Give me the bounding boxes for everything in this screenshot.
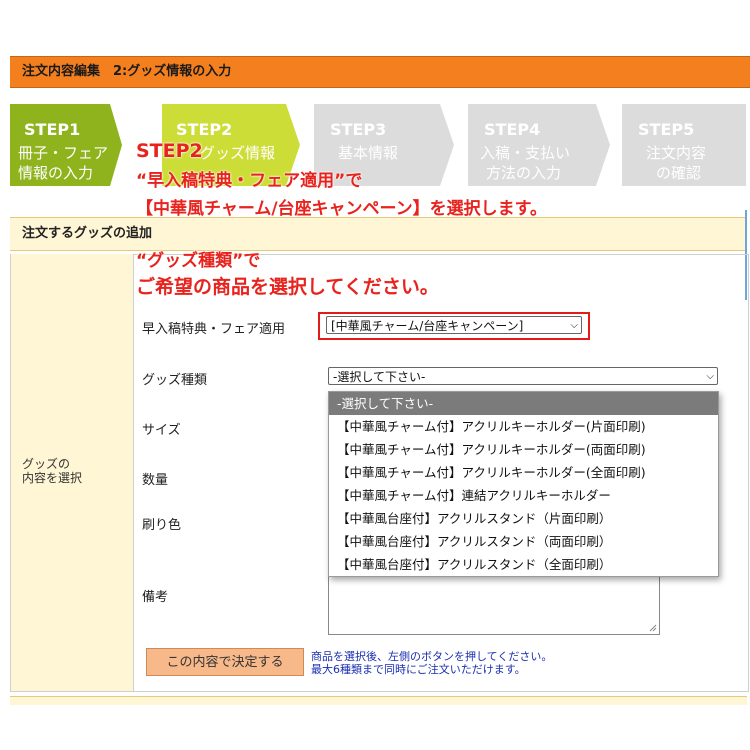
step-5: STEP5 注文内容 の確認 (622, 104, 746, 186)
fair-select[interactable]: [中華風チャーム/台座キャンペーン] ⌵ (326, 316, 582, 334)
fair-label: 早入稿特典・フェア適用 (142, 322, 286, 337)
step-2-title: STEP2 (176, 120, 233, 139)
goods-type-dropdown: -選択して下さい- 【中華風チャーム付】アクリルキーホルダー(片面印刷) 【中華… (328, 391, 719, 577)
page-title: 注文内容編集 2:グッズ情報の入力 (10, 56, 750, 88)
step-4-line1: 入稿・支払い (480, 144, 571, 162)
step-3-title: STEP3 (330, 120, 387, 139)
bottom-section-bar (10, 696, 747, 705)
chevron-down-icon: ⌵ (706, 371, 714, 382)
dropdown-option[interactable]: 【中華風台座付】アクリルスタンド（全面印刷） (329, 553, 718, 576)
resize-handle-icon[interactable] (649, 624, 657, 632)
step-1-line1: 冊子・フェア (18, 144, 109, 162)
step-5-title: STEP5 (638, 120, 695, 139)
dropdown-option[interactable]: 【中華風チャーム付】連結アクリルキーホルダー (329, 484, 718, 507)
remarks-label: 備考 (142, 590, 169, 605)
step-4-title: STEP4 (484, 120, 541, 139)
goods-type-select[interactable]: -選択して下さい- ⌵ (328, 367, 718, 385)
callout-campaign-instruction: 【中華風チャーム/台座キャンペーン】を選択します。 (136, 199, 547, 219)
section-title: 注文するグッズの追加 (10, 217, 747, 251)
step-5-line2: の確認 (656, 164, 702, 182)
form-left-label-line2: 内容を選択 (22, 471, 83, 485)
goods-type-select-value: -選択して下さい- (333, 370, 426, 384)
fair-select-value: [中華風チャーム/台座キャンペーン] (331, 319, 524, 333)
size-label: サイズ (142, 423, 181, 438)
chevron-down-icon: ⌵ (570, 320, 578, 331)
quantity-label: 数量 (142, 473, 169, 488)
callout-goods-type: “グッズ種類”で (136, 251, 261, 271)
dropdown-option[interactable]: 【中華風チャーム付】アクリルキーホルダー(全面印刷) (329, 461, 718, 484)
dropdown-option[interactable]: -選択して下さい- (329, 392, 718, 415)
dropdown-option[interactable]: 【中華風台座付】アクリルスタンド（片面印刷） (329, 507, 718, 530)
instruction-note-line2: 最大6種類まで同時にご注文いただけます。 (311, 663, 526, 676)
goods-type-label: グッズ種類 (142, 373, 208, 388)
step-1-line2: 情報の入力 (18, 164, 94, 182)
remarks-textarea[interactable] (328, 573, 660, 635)
step-5-line1: 注文内容 (646, 144, 707, 162)
form-left-label-line1: グッズの (22, 457, 71, 471)
step-3-line1: 基本情報 (338, 144, 399, 162)
step-1: STEP1 冊子・フェア 情報の入力 (10, 104, 122, 186)
instruction-note-line1: 商品を選択後、左側のボタンを押してください。 (311, 650, 553, 663)
step-4-line2: 方法の入力 (486, 164, 562, 182)
dropdown-option[interactable]: 【中華風チャーム付】アクリルキーホルダー(両面印刷) (329, 438, 718, 461)
callout-select-product: ご希望の商品を選択してください。 (136, 276, 439, 298)
callout-step2: STEP2 (136, 140, 203, 162)
form-left-label: グッズの 内容を選択 (22, 457, 82, 485)
instruction-note: 商品を選択後、左側のボタンを押してください。 最大6種類まで同時にご注文いただけ… (311, 650, 552, 676)
confirm-button[interactable]: この内容で決定する (146, 648, 304, 676)
callout-fair-instruction: “早入稿特典・フェア適用”で (136, 171, 363, 191)
dropdown-option[interactable]: 【中華風チャーム付】アクリルキーホルダー(片面印刷) (329, 415, 718, 438)
step-1-title: STEP1 (24, 120, 81, 139)
dropdown-option[interactable]: 【中華風台座付】アクリルスタンド（両面印刷） (329, 530, 718, 553)
step-2-line1: グッズ情報 (200, 144, 276, 162)
print-color-label: 刷り色 (142, 518, 182, 533)
step-4: STEP4 入稿・支払い 方法の入力 (468, 104, 610, 186)
